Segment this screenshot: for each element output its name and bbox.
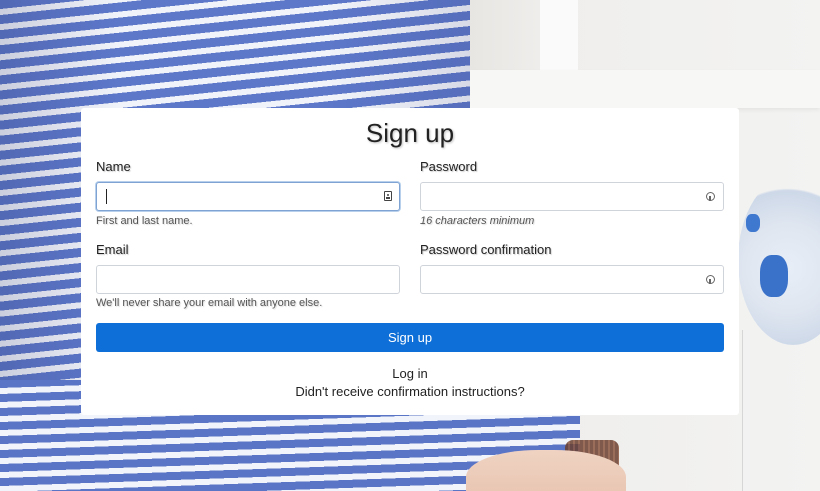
signup-card: Sign up Name First and last name. Passwo… bbox=[81, 108, 739, 415]
page-title: Sign up bbox=[365, 118, 455, 148]
email-help-text: We'll never share your email with anyone… bbox=[96, 297, 323, 309]
email-label: Email bbox=[96, 242, 129, 257]
name-help-text: First and last name. bbox=[96, 215, 193, 227]
password-help-text: 16 characters minimum bbox=[420, 215, 535, 227]
background-stand bbox=[742, 330, 750, 491]
sign-up-button[interactable]: Sign up bbox=[96, 323, 724, 352]
email-input[interactable] bbox=[96, 265, 400, 294]
password-label: Password bbox=[420, 159, 478, 174]
log-in-link[interactable]: Log in bbox=[81, 366, 739, 381]
background-post bbox=[540, 0, 578, 80]
background-lamp-pattern bbox=[760, 255, 788, 297]
confirmation-instructions-link[interactable]: Didn't receive confirmation instructions… bbox=[81, 384, 739, 399]
password-confirmation-label: Password confirmation bbox=[420, 242, 552, 257]
contact-card-icon[interactable] bbox=[384, 191, 392, 201]
password-input[interactable] bbox=[420, 182, 724, 211]
background-shelf bbox=[470, 70, 820, 108]
background-hand bbox=[466, 450, 626, 491]
name-label: Name bbox=[96, 159, 131, 174]
text-caret bbox=[106, 189, 107, 204]
name-input[interactable] bbox=[96, 182, 400, 211]
background-lamp-pattern-2 bbox=[746, 214, 760, 232]
password-key-icon[interactable] bbox=[706, 275, 715, 284]
password-key-icon[interactable] bbox=[706, 192, 715, 201]
background-post-2 bbox=[650, 0, 700, 80]
password-confirmation-input[interactable] bbox=[420, 265, 724, 294]
